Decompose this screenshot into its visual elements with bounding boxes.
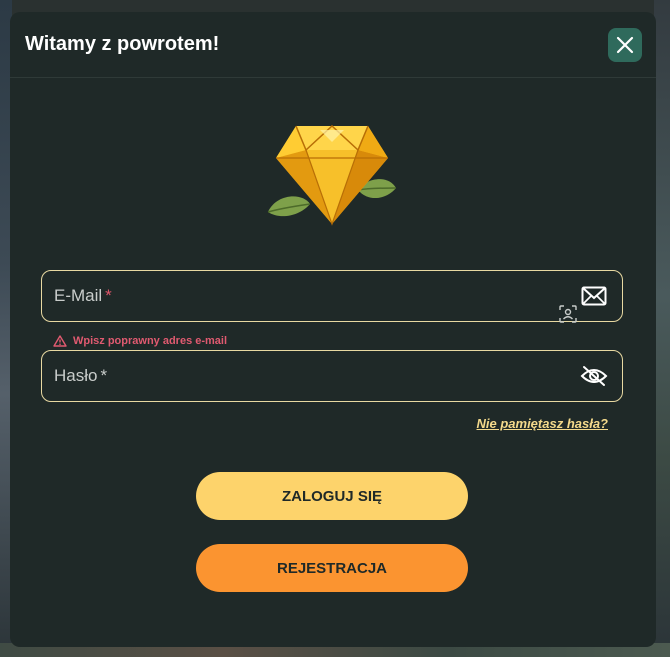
diamond-logo — [262, 116, 402, 236]
login-button[interactable]: ZALOGUJ SIĘ — [196, 472, 468, 520]
background-right — [654, 0, 670, 657]
close-button[interactable] — [608, 27, 642, 62]
modal-title: Witamy z powrotem! — [25, 33, 220, 55]
face-id-icon[interactable] — [559, 305, 577, 323]
login-modal: Witamy z powrotem! E-Mail * Wpisz popraw… — [10, 12, 656, 647]
envelope-icon — [580, 284, 608, 308]
email-label: E-Mail * — [54, 286, 112, 305]
email-error-text: Wpisz poprawny adres e-mail — [73, 335, 228, 347]
email-field[interactable]: E-Mail * — [41, 270, 623, 323]
close-icon — [616, 36, 634, 53]
register-button[interactable]: REJESTRACJA — [196, 544, 468, 592]
modal-header: Witamy z powrotem! — [10, 12, 656, 78]
email-error: Wpisz poprawny adres e-mail — [53, 335, 227, 347]
warning-icon — [53, 335, 67, 347]
eye-off-icon[interactable] — [580, 364, 608, 388]
password-label: Hasło * — [54, 366, 108, 385]
forgot-password-link[interactable]: Nie pamiętasz hasła? — [477, 416, 609, 431]
password-field[interactable]: Hasło * — [41, 350, 623, 402]
